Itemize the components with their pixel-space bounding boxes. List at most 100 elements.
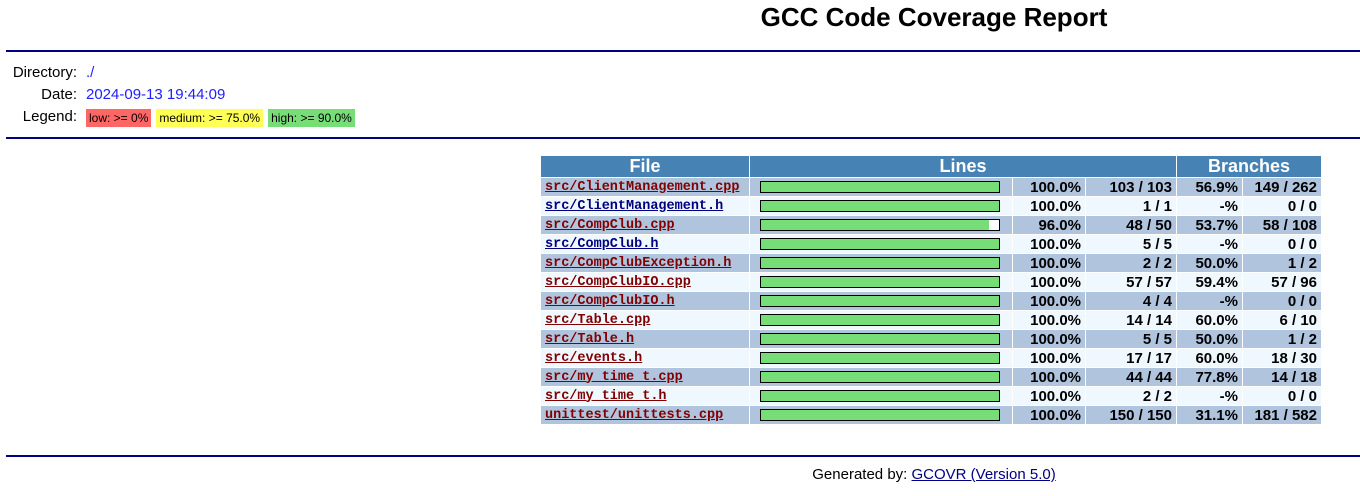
date-value: 2024-09-13 19:44:09 xyxy=(86,86,226,103)
directory-label: Directory: xyxy=(12,64,77,81)
legend-row: Legend: low: >= 0% medium: >= 75.0% high: … xyxy=(0,106,360,129)
file-link[interactable]: unittest/unittests.cpp xyxy=(545,408,723,423)
top-divider xyxy=(6,50,1360,52)
middle-divider xyxy=(6,137,1360,139)
table-row: src/CompClub.cpp 96.0% 48 / 50 53.7% 58 / 10… xyxy=(541,216,1321,234)
branch-percent: 77.8% xyxy=(1177,368,1242,386)
line-fraction: 103 / 103 xyxy=(1086,178,1176,196)
branch-fraction: 0 / 0 xyxy=(1243,197,1321,215)
line-coverage-bar-fill xyxy=(761,277,999,287)
file-link[interactable]: src/CompClub.cpp xyxy=(545,218,675,233)
line-percent: 100.0% xyxy=(1013,292,1085,310)
line-coverage-bar-fill xyxy=(761,201,999,211)
line-coverage-bar-fill xyxy=(761,258,999,268)
branch-fraction: 6 / 10 xyxy=(1243,311,1321,329)
table-header-row: File Lines Branches xyxy=(541,156,1321,177)
line-fraction: 5 / 5 xyxy=(1086,330,1176,348)
file-cell: src/my_time_t.h xyxy=(541,387,749,405)
file-link[interactable]: src/Table.h xyxy=(545,332,634,347)
branch-fraction: 0 / 0 xyxy=(1243,387,1321,405)
line-fraction: 17 / 17 xyxy=(1086,349,1176,367)
line-percent: 100.0% xyxy=(1013,235,1085,253)
table-row: src/CompClubIO.cpp 100.0% 57 / 57 59.4% 57 /… xyxy=(541,273,1321,291)
file-cell: src/CompClubException.h xyxy=(541,254,749,272)
branch-fraction: 181 / 582 xyxy=(1243,406,1321,424)
table-row: src/Table.cpp 100.0% 14 / 14 60.0% 6 / 10 xyxy=(541,311,1321,329)
table-row: src/CompClubIO.h 100.0% 4 / 4 -% 0 / 0 xyxy=(541,292,1321,310)
line-coverage-bar-cell xyxy=(750,178,1012,196)
line-coverage-bar-fill xyxy=(761,315,999,325)
line-percent: 100.0% xyxy=(1013,368,1085,386)
line-percent: 100.0% xyxy=(1013,406,1085,424)
line-percent: 100.0% xyxy=(1013,330,1085,348)
line-coverage-bar-cell xyxy=(750,406,1012,424)
line-coverage-bar xyxy=(760,257,1000,269)
line-coverage-bar-cell xyxy=(750,311,1012,329)
branch-percent: 50.0% xyxy=(1177,254,1242,272)
line-coverage-bar-cell xyxy=(750,368,1012,386)
legend-low: low: >= 0% xyxy=(86,109,152,127)
branch-percent: 59.4% xyxy=(1177,273,1242,291)
line-coverage-bar-cell xyxy=(750,387,1012,405)
line-percent: 96.0% xyxy=(1013,216,1085,234)
file-link[interactable]: src/Table.cpp xyxy=(545,313,650,328)
coverage-table-body: src/ClientManagement.cpp 100.0% 103 / 103 5… xyxy=(541,178,1321,424)
table-row: src/my_time_t.h 100.0% 2 / 2 -% 0 / 0 xyxy=(541,387,1321,405)
table-row: src/ClientManagement.h 100.0% 1 / 1 -% 0 / 0 xyxy=(541,197,1321,215)
header-branches: Branches xyxy=(1177,156,1321,177)
line-percent: 100.0% xyxy=(1013,387,1085,405)
line-coverage-bar-fill xyxy=(761,296,999,306)
line-coverage-bar-fill xyxy=(761,182,999,192)
line-coverage-bar-cell xyxy=(750,254,1012,272)
line-coverage-bar xyxy=(760,295,1000,307)
branch-fraction: 18 / 30 xyxy=(1243,349,1321,367)
line-fraction: 150 / 150 xyxy=(1086,406,1176,424)
branch-fraction: 14 / 18 xyxy=(1243,368,1321,386)
gcovr-link[interactable]: GCOVR (Version 5.0) xyxy=(912,466,1056,483)
file-cell: src/ClientManagement.h xyxy=(541,197,749,215)
date-row: Date: 2024-09-13 19:44:09 xyxy=(0,84,360,106)
line-coverage-bar-fill xyxy=(761,410,999,420)
line-fraction: 14 / 14 xyxy=(1086,311,1176,329)
line-fraction: 4 / 4 xyxy=(1086,292,1176,310)
line-coverage-bar xyxy=(760,219,1000,231)
line-fraction: 2 / 2 xyxy=(1086,387,1176,405)
line-coverage-bar-cell xyxy=(750,330,1012,348)
file-cell: src/CompClub.h xyxy=(541,235,749,253)
branch-fraction: 1 / 2 xyxy=(1243,330,1321,348)
branch-percent: 60.0% xyxy=(1177,349,1242,367)
file-link[interactable]: src/ClientManagement.h xyxy=(545,199,723,214)
file-link[interactable]: src/CompClubException.h xyxy=(545,256,731,271)
branch-fraction: 0 / 0 xyxy=(1243,235,1321,253)
legend-medium: medium: >= 75.0% xyxy=(156,109,264,127)
line-coverage-bar xyxy=(760,181,1000,193)
line-fraction: 44 / 44 xyxy=(1086,368,1176,386)
line-coverage-bar xyxy=(760,200,1000,212)
file-cell: src/CompClubIO.cpp xyxy=(541,273,749,291)
branch-fraction: 149 / 262 xyxy=(1243,178,1321,196)
file-link[interactable]: src/CompClub.h xyxy=(545,237,658,252)
branch-percent: 56.9% xyxy=(1177,178,1242,196)
file-link[interactable]: src/CompClubIO.h xyxy=(545,294,675,309)
line-coverage-bar-fill xyxy=(761,391,999,401)
line-coverage-bar xyxy=(760,314,1000,326)
line-coverage-bar xyxy=(760,390,1000,402)
file-link[interactable]: src/my_time_t.h xyxy=(545,389,667,404)
line-fraction: 2 / 2 xyxy=(1086,254,1176,272)
directory-row: Directory: ./ xyxy=(0,62,360,84)
branch-fraction: 1 / 2 xyxy=(1243,254,1321,272)
date-label: Date: xyxy=(41,86,77,103)
line-coverage-bar-fill xyxy=(761,334,999,344)
table-row: src/my_time_t.cpp 100.0% 44 / 44 77.8% 14 / … xyxy=(541,368,1321,386)
line-fraction: 48 / 50 xyxy=(1086,216,1176,234)
directory-value: ./ xyxy=(86,64,95,81)
table-row: src/ClientManagement.cpp 100.0% 103 / 103 5… xyxy=(541,178,1321,196)
file-cell: src/my_time_t.cpp xyxy=(541,368,749,386)
file-link[interactable]: src/my_time_t.cpp xyxy=(545,370,683,385)
table-row: src/events.h 100.0% 17 / 17 60.0% 18 / 30 xyxy=(541,349,1321,367)
line-percent: 100.0% xyxy=(1013,273,1085,291)
file-link[interactable]: src/ClientManagement.cpp xyxy=(545,180,739,195)
table-row: unittest/unittests.cpp 100.0% 150 / 150 31.… xyxy=(541,406,1321,424)
file-link[interactable]: src/CompClubIO.cpp xyxy=(545,275,691,290)
file-link[interactable]: src/events.h xyxy=(545,351,642,366)
